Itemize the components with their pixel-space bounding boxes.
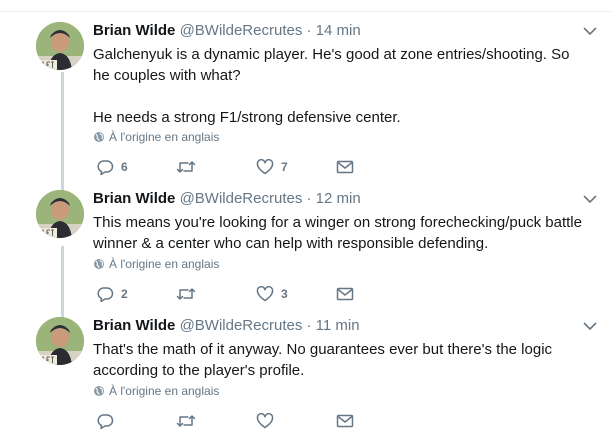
retweet-button[interactable]: [176, 159, 203, 175]
translation-label: À l'origine en anglais: [109, 384, 220, 398]
tweet-actions: [96, 413, 366, 433]
avatar-image: [36, 317, 84, 365]
globe-icon: [94, 132, 104, 142]
tweet[interactable]: Brian Wilde @BWildeRecrutes · 11 min Tha…: [0, 317, 611, 432]
retweet-button[interactable]: [176, 286, 203, 302]
author-handle[interactable]: @BWildeRecrutes: [180, 22, 303, 39]
message-button[interactable]: [336, 159, 354, 175]
chevron-down-icon[interactable]: [583, 321, 597, 331]
avatar-image: [36, 22, 84, 70]
timeline-divider: [0, 0, 611, 12]
author-name[interactable]: Brian Wilde: [93, 317, 175, 334]
timestamp[interactable]: 14 min: [316, 22, 361, 39]
tweet-text-line: That's the math of it anyway. No guarant…: [93, 341, 553, 379]
avatar[interactable]: [36, 317, 84, 365]
tweet-actions: 6 7: [96, 159, 366, 179]
translation-note[interactable]: À l'origine en anglais: [93, 130, 219, 144]
separator-dot: ·: [306, 317, 312, 334]
retweet-icon: [176, 288, 196, 300]
tweet[interactable]: Brian Wilde @BWildeRecrutes · 12 min Thi…: [0, 190, 611, 302]
author-name[interactable]: Brian Wilde: [93, 190, 175, 207]
like-count: 7: [281, 160, 288, 174]
translation-note[interactable]: À l'origine en anglais: [93, 257, 219, 271]
reply-button[interactable]: [96, 413, 121, 429]
tweet-header: Brian Wilde @BWildeRecrutes · 14 min: [93, 22, 361, 40]
tweet-header: Brian Wilde @BWildeRecrutes · 11 min: [93, 317, 360, 335]
tweet-text-line: He needs a strong F1/strong defensive ce…: [93, 109, 401, 126]
translation-note[interactable]: À l'origine en anglais: [93, 384, 219, 398]
reply-icon: [97, 414, 114, 429]
chevron-down-icon[interactable]: [583, 26, 597, 36]
reply-count: 6: [121, 160, 128, 174]
translation-label: À l'origine en anglais: [109, 130, 220, 144]
tweet-text: This means you're looking for a winger o…: [93, 212, 583, 254]
message-icon: [336, 414, 354, 428]
separator-dot: ·: [306, 22, 312, 39]
tweet[interactable]: Brian Wilde @BWildeRecrutes · 14 min Gal…: [0, 22, 611, 175]
chevron-down-icon[interactable]: [583, 194, 597, 204]
like-button[interactable]: 3: [256, 286, 288, 302]
timestamp[interactable]: 11 min: [316, 317, 360, 334]
reply-icon: [97, 160, 114, 175]
separator-dot: ·: [306, 190, 312, 207]
author-handle[interactable]: @BWildeRecrutes: [180, 317, 303, 334]
like-icon: [256, 413, 274, 429]
timestamp[interactable]: 12 min: [316, 190, 361, 207]
tweet-text-line: Galchenyuk is a dynamic player. He's goo…: [93, 46, 570, 84]
author-handle[interactable]: @BWildeRecrutes: [180, 190, 303, 207]
message-icon: [336, 160, 354, 174]
globe-icon: [94, 259, 104, 269]
message-icon: [336, 287, 354, 301]
like-button[interactable]: [256, 413, 281, 429]
tweet-text: Galchenyuk is a dynamic player. He's goo…: [93, 44, 583, 128]
reply-button[interactable]: 6: [96, 159, 128, 175]
tweet-text-line: This means you're looking for a winger o…: [93, 214, 582, 252]
retweet-icon: [176, 161, 196, 173]
tweet-actions: 2 3: [96, 286, 366, 306]
translation-label: À l'origine en anglais: [109, 257, 220, 271]
message-button[interactable]: [336, 413, 354, 429]
author-name[interactable]: Brian Wilde: [93, 22, 175, 39]
retweet-icon: [176, 415, 196, 427]
tweet-text: That's the math of it anyway. No guarant…: [93, 339, 583, 381]
like-icon: [256, 159, 274, 175]
avatar[interactable]: [36, 22, 84, 70]
like-button[interactable]: 7: [256, 159, 288, 175]
avatar[interactable]: [36, 190, 84, 238]
tweet-text-line: [93, 86, 583, 107]
tweet-header: Brian Wilde @BWildeRecrutes · 12 min: [93, 190, 361, 208]
like-icon: [256, 286, 274, 302]
reply-icon: [97, 287, 114, 302]
reply-button[interactable]: 2: [96, 286, 128, 302]
reply-count: 2: [121, 287, 128, 301]
retweet-button[interactable]: [176, 413, 203, 429]
like-count: 3: [281, 287, 288, 301]
globe-icon: [94, 386, 104, 396]
avatar-image: [36, 190, 84, 238]
message-button[interactable]: [336, 286, 354, 302]
